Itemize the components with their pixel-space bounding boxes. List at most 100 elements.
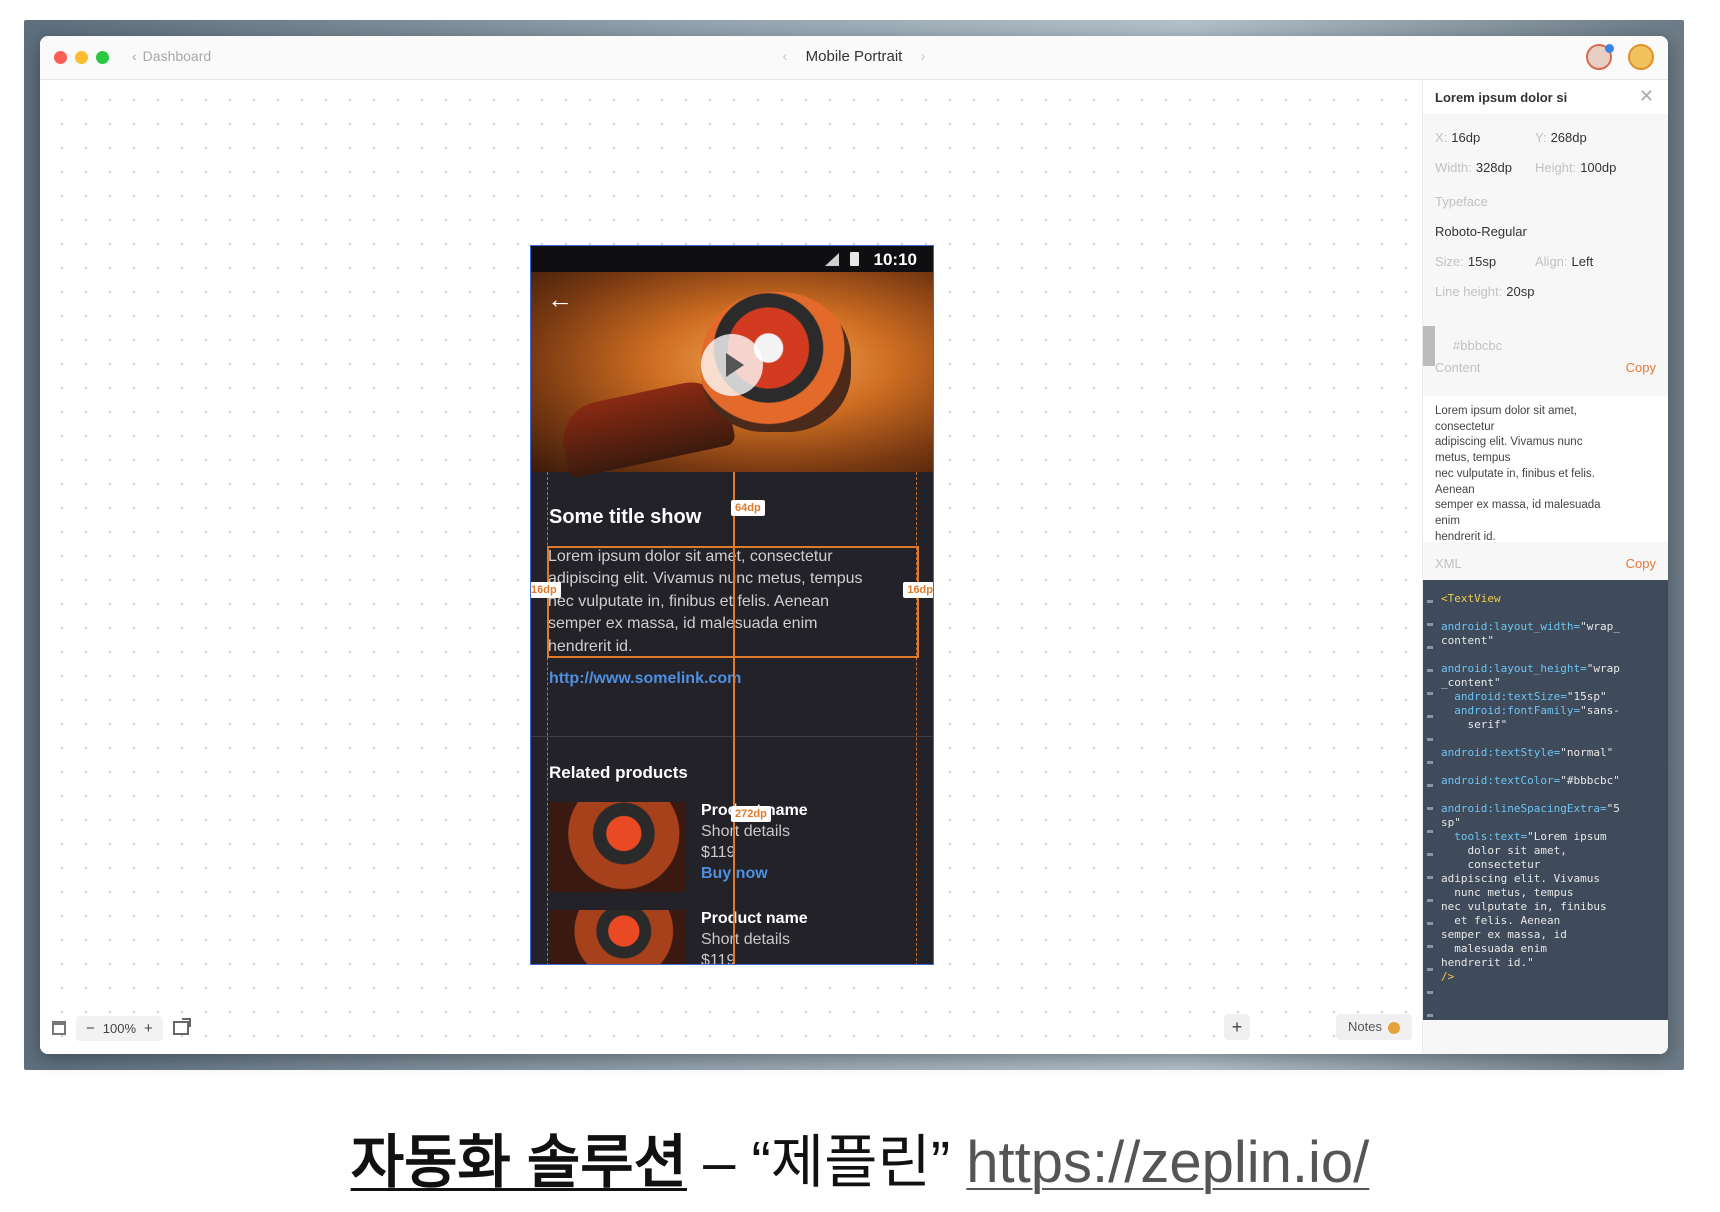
xml-val: "5 [1606,802,1620,815]
line-height-value[interactable]: 20sp [1506,284,1534,299]
caption-title: 자동화 솔루션 [350,1130,687,1195]
xml-val: "Lorem ipsum [1527,830,1607,843]
y-label: Y: [1535,130,1547,145]
hero-video-image[interactable]: ← [531,272,933,479]
xml-attr: android:layout_height= [1441,662,1587,675]
content-line: semper ex massa, id malesuada [1435,499,1601,512]
xml-val: adipiscing elit. Vivamus [1441,872,1600,885]
size-row: Width: 328dp Height: 100dp [1435,160,1616,175]
notifications-avatar[interactable] [1586,44,1614,70]
line-height-row: Line height: 20sp [1435,284,1534,299]
content-line: metus, tempus [1435,452,1511,465]
content-line: hendrerit id. [1435,530,1496,543]
product-price[interactable]: $119 [701,844,735,862]
xml-line: _content" [1441,676,1661,690]
y-value[interactable]: 268dp [1551,130,1587,145]
notes-label: Notes [1348,1019,1382,1034]
copy-xml-button[interactable]: Copy [1626,556,1656,571]
content-line: Lorem ipsum dolor sit amet, [1435,405,1577,417]
y-group: Y: 268dp [1535,130,1587,145]
height-value[interactable]: 100dp [1580,160,1616,175]
xml-val: "sans- [1580,704,1620,717]
xml-line: android:textStyle="normal" [1441,746,1661,760]
xml-line: android:fontFamily="sans- [1441,704,1661,718]
typeface-section-label: Typeface [1435,194,1488,209]
zoom-out-button[interactable]: − [86,1020,95,1037]
align-group: Align: Left [1535,254,1593,269]
xml-line: nec vulputate in, finibus [1441,900,1661,914]
related-products-title[interactable]: Related products [549,763,688,783]
xml-val: nec vulputate in, finibus [1441,900,1607,913]
text-color-hex[interactable]: #bbbcbc [1453,338,1502,353]
mobile-screen-artboard[interactable]: 10:10 ← Some title show Lorem ipsum dolo… [530,245,934,965]
product-name[interactable]: Product name [701,910,808,928]
content-line: consectetur [1435,420,1495,433]
inspector-panel: Lorem ipsum dolor si ✕ X: 16dp Y: 268dp Wi… [1422,80,1668,1054]
xml-val: "wrap [1586,662,1620,675]
product-details[interactable]: Short details [701,823,790,841]
xml-attr: tools:text= [1441,830,1528,843]
xml-attr: android:fontFamily= [1441,704,1581,717]
next-screen-icon[interactable]: › [921,48,926,65]
x-value[interactable]: 16dp [1451,130,1480,145]
xml-attr: android:textColor= [1441,774,1561,787]
close-icon[interactable]: ✕ [1639,86,1654,107]
xml-line: semper ex massa, id [1441,928,1661,942]
layer-name: Lorem ipsum dolor si [1435,90,1568,105]
battery-icon [850,252,859,266]
xml-line: hendrerit id." [1441,956,1661,970]
notes-button[interactable]: Notes [1336,1014,1412,1040]
zoom-in-button[interactable]: + [144,1020,153,1037]
content-line: adipiscing elit. Vivamus nunc [1435,436,1583,449]
caption-product: – “제플린” [686,1130,967,1195]
content-text[interactable]: Lorem ipsum dolor sit amet, consectetur … [1435,404,1635,545]
inspector-header: Lorem ipsum dolor si ✕ [1423,80,1668,114]
font-size-row: Size: 15sp Align: Left [1435,254,1593,269]
align-label: Align: [1535,254,1568,269]
height-group: Height: 100dp [1535,160,1616,175]
xml-line: dolor sit amet, [1441,844,1661,858]
xml-tag: /> [1441,970,1455,983]
xml-val: "#bbbcbc" [1560,774,1620,787]
size-value[interactable]: 15sp [1468,254,1496,269]
phone-link[interactable]: http://www.somelink.com [549,670,741,688]
design-canvas[interactable]: 10:10 ← Some title show Lorem ipsum dolo… [40,80,1422,1054]
add-note-button[interactable]: + [1224,1014,1250,1040]
measure-label-left: 16dp [531,582,561,598]
product-image[interactable] [549,910,685,964]
xml-line: tools:text="Lorem ipsum [1441,830,1661,844]
xml-val: content" [1441,634,1494,647]
width-value[interactable]: 328dp [1476,160,1512,175]
text-color-swatch[interactable] [1423,326,1435,366]
xml-line: android:layout_width="wrap_ [1441,620,1661,634]
open-external-icon[interactable] [172,1018,191,1035]
xml-line: android:layout_height="wrap [1441,662,1661,676]
back-arrow-icon[interactable]: ← [547,286,573,312]
user-avatar[interactable] [1628,44,1654,70]
product-details[interactable]: Short details [701,931,790,949]
xml-section-label: XML [1435,556,1462,571]
product-image[interactable] [549,802,685,892]
xml-line: consectetur [1441,858,1661,872]
signal-icon [825,253,839,266]
align-value[interactable]: Left [1572,254,1594,269]
play-icon[interactable] [701,334,763,396]
zeplin-window: ‹Dashboard ‹ Mobile Portrait › 10:10 ← [40,36,1668,1054]
product-price[interactable]: $119 [701,952,735,964]
section-title[interactable]: Some title show [549,506,701,529]
xml-val: "wrap_ [1580,620,1620,633]
distance-guide-vertical [733,472,735,964]
xml-code-block[interactable]: <TextView android:layout_width="wrap_ cont… [1423,580,1668,1020]
xml-line: content" [1441,634,1661,648]
zeplin-url-link[interactable]: https://zeplin.io/ [966,1130,1369,1195]
measure-label-top: 64dp [731,500,765,516]
copy-content-button[interactable]: Copy [1626,360,1656,375]
xml-attr: android:layout_width= [1441,620,1581,633]
content-line: nec vulputate in, finibus et felis. [1435,467,1595,480]
xml-line: serif" [1441,718,1661,732]
previous-screen-icon[interactable]: ‹ [782,48,787,65]
font-name[interactable]: Roboto-Regular [1435,224,1527,239]
layers-icon[interactable] [52,1021,66,1035]
xml-attr: android:textSize= [1441,690,1567,703]
xml-val: dolor sit amet, [1441,844,1567,857]
